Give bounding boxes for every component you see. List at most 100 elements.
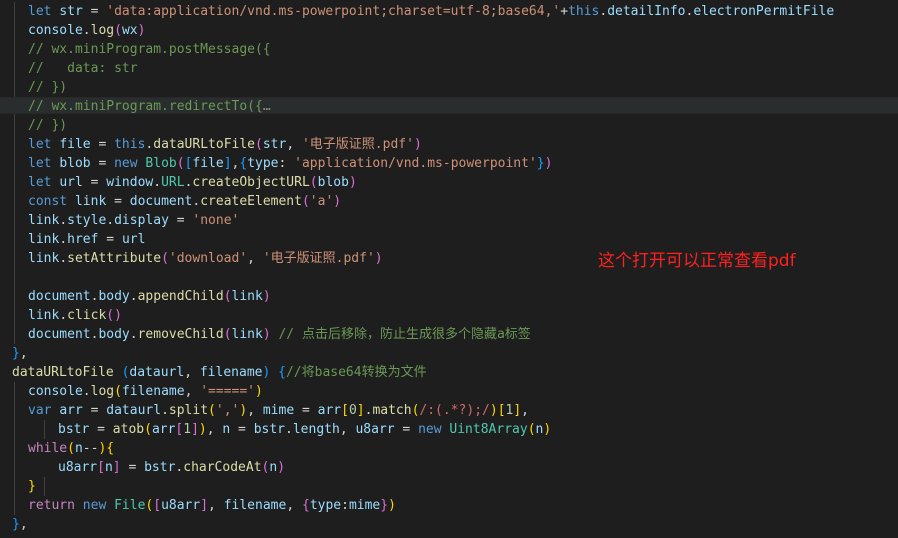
code-token: createObjectURL (192, 175, 310, 190)
code-token: str (262, 137, 287, 152)
code-token: ) (489, 403, 498, 418)
code-token: log (90, 23, 115, 38)
code-line[interactable]: // }) (0, 78, 898, 97)
code-token: body (98, 289, 130, 304)
code-token: link (231, 289, 263, 304)
code-token: blob (317, 175, 349, 190)
code-line[interactable]: // wx.miniProgram.redirectTo({… (0, 97, 898, 114)
code-line[interactable]: let file = this.dataURLtoFile(str, '电子版证… (0, 135, 898, 154)
code-token: ) (262, 327, 271, 342)
code-token: = (90, 156, 115, 171)
code-token: ] (513, 403, 522, 418)
code-token: = (82, 175, 107, 190)
code-token: : (278, 156, 295, 171)
code-line[interactable]: link.click() (0, 306, 898, 325)
code-token: ( (301, 194, 310, 209)
code-token: dataURLtoFile (153, 137, 255, 152)
code-editor[interactable]: let str = 'data:application/vnd.ms-power… (0, 0, 898, 538)
code-token: , (19, 346, 28, 361)
code-token: = (120, 460, 145, 475)
code-token: dataURLtoFile (12, 365, 114, 380)
code-token: ( (309, 175, 318, 190)
code-token: [ (497, 403, 506, 418)
code-token: : (341, 498, 349, 513)
code-token: ) (348, 175, 357, 190)
code-token: type (247, 156, 279, 171)
code-token: new (82, 498, 107, 513)
code-line[interactable]: bstr = atob(arr[1]), n = bstr.length, u8… (0, 420, 898, 439)
code-token: '=====' (200, 384, 256, 399)
code-line[interactable]: link.href = url (0, 230, 898, 249)
code-token: u8arr (58, 460, 98, 475)
code-token: window (106, 175, 154, 190)
code-token: 0 (348, 403, 357, 418)
code-token: -- (82, 441, 99, 456)
code-token: detailInfo (607, 4, 686, 19)
code-token: filename (121, 384, 185, 399)
code-line[interactable]: dataURLtoFile (dataurl, filename) {//将ba… (0, 363, 898, 382)
code-line[interactable]: // }) (0, 116, 898, 135)
code-token: ( (144, 422, 152, 437)
code-line[interactable]: document.body.appendChild(link) (0, 287, 898, 306)
code-line[interactable]: // data: str (0, 59, 898, 78)
code-token: const (28, 194, 68, 209)
code-token: appendChild (137, 289, 224, 304)
code-line[interactable]: console.log(filename, '=====') (0, 382, 898, 401)
code-token: var (28, 403, 52, 418)
code-line[interactable]: return new File([u8arr], filename, {type… (0, 496, 898, 515)
code-token: 'download' (168, 251, 248, 266)
code-token: . (153, 175, 162, 190)
code-line[interactable]: document.body.removeChild(link) // 点击后移除… (0, 325, 898, 344)
code-token: ] (223, 156, 232, 171)
code-line[interactable]: }, (0, 344, 898, 363)
code-token: u8arr (161, 498, 201, 513)
code-token: /:(.*?);/ (419, 403, 490, 418)
code-line[interactable]: var arr = dataurl.split(','), mime = arr… (0, 401, 898, 420)
code-token: { (301, 498, 310, 513)
code-line[interactable]: // wx.miniProgram.postMessage({ (0, 40, 898, 59)
code-token: link (231, 327, 263, 342)
code-token: = (98, 232, 122, 247)
code-token: url (59, 175, 83, 190)
code-token: // }) (28, 80, 68, 95)
code-token: ( (176, 156, 185, 171)
code-token: . (59, 308, 68, 323)
code-line[interactable]: u8arr[n] = bstr.charCodeAt(n) (0, 458, 898, 477)
code-token: url (121, 232, 146, 247)
code-token: URL (161, 175, 185, 190)
code-token: ( (114, 384, 122, 399)
code-token: = (394, 422, 419, 437)
code-token: } (12, 346, 20, 361)
code-line[interactable]: } (0, 477, 898, 496)
code-line[interactable]: console.log(wx) (0, 21, 898, 40)
code-line[interactable]: let blob = new Blob([file],{type: 'appli… (0, 154, 898, 173)
code-token: ( (223, 327, 232, 342)
code-token: , (339, 422, 356, 437)
code-line[interactable]: link.style.display = 'none' (0, 211, 898, 230)
code-token: file (59, 137, 91, 152)
code-token: [ (153, 498, 162, 513)
code-line[interactable]: const link = document.createElement('a') (0, 192, 898, 211)
code-token: split (168, 403, 209, 418)
code-token: let (28, 175, 52, 190)
code-token: this (568, 4, 600, 19)
code-line[interactable]: let str = 'data:application/vnd.ms-power… (0, 2, 898, 21)
code-token: 'a' (309, 194, 334, 209)
code-line[interactable]: let url = window.URL.createObjectURL(blo… (0, 173, 898, 192)
code-token: body (98, 327, 130, 342)
code-token: document (28, 289, 91, 304)
code-token: 'data:application/vnd.ms-powerpoint;char… (106, 4, 561, 19)
code-token: ( (255, 137, 263, 152)
code-token: ) (333, 194, 342, 209)
code-token: // wx.miniProgram.postMessage({ (28, 42, 271, 57)
code-token: . (82, 23, 91, 38)
code-line[interactable]: }, (0, 515, 898, 534)
code-token: createElement (200, 194, 302, 209)
code-token: charCodeAt (183, 460, 262, 475)
code-line[interactable]: while(n--){ (0, 439, 898, 458)
